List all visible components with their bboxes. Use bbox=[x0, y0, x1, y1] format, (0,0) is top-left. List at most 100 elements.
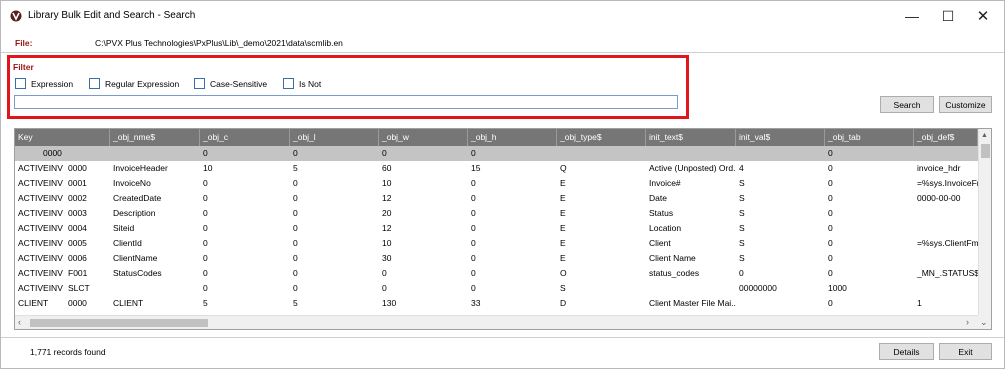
table-cell: ClientId bbox=[113, 238, 142, 248]
table-row[interactable]: ACTIVEINV 0000 InvoiceHeader 10 5 60 15 Q Active… bbox=[15, 161, 978, 176]
table-row[interactable]: ACTIVEINV 0001 InvoiceNo 0 0 10 0 E Invoice# S 0 =%… bbox=[15, 176, 978, 191]
grid-header: Key _obj_nme$ _obj_c _obj_l _obj_w _obj_h _obj… bbox=[15, 129, 978, 146]
table-cell: E bbox=[560, 223, 566, 233]
table-row[interactable]: ACTIVEINV 0005 ClientId 0 0 10 0 E Client S 0 =%sys… bbox=[15, 236, 978, 251]
table-cell: 0 bbox=[293, 223, 298, 233]
case-sensitive-checkbox[interactable]: Case-Sensitive bbox=[194, 78, 267, 89]
table-row[interactable]: ACTIVEINV 0006 ClientName 0 0 30 0 E Client Name… bbox=[15, 251, 978, 266]
table-cell: Client Name bbox=[649, 253, 696, 263]
checkbox-box[interactable] bbox=[15, 78, 26, 89]
table-cell: 0 bbox=[382, 148, 387, 158]
table-cell: 0000-00-00 bbox=[917, 193, 961, 203]
table-cell: 0 bbox=[471, 223, 476, 233]
search-button[interactable]: Search bbox=[880, 96, 934, 113]
down-arrow-icon[interactable]: ⌄ bbox=[980, 317, 988, 328]
column-header[interactable]: _obj_w bbox=[379, 129, 468, 146]
table-cell: 0 bbox=[828, 148, 833, 158]
table-cell: 0 bbox=[828, 238, 833, 248]
table-cell: 12 bbox=[382, 193, 392, 203]
table-cell: 0 bbox=[828, 223, 833, 233]
table-cell: 4 bbox=[739, 163, 744, 173]
column-header[interactable]: init_val$ bbox=[736, 129, 825, 146]
results-grid[interactable]: Key _obj_nme$ _obj_c _obj_l _obj_w _obj_h _obj… bbox=[14, 128, 992, 330]
table-cell: 20 bbox=[382, 208, 392, 218]
regular-expression-checkbox-label: Regular Expression bbox=[105, 78, 180, 89]
checkbox-box[interactable] bbox=[283, 78, 294, 89]
filter-input[interactable] bbox=[14, 95, 678, 109]
column-header[interactable]: _obj_tab bbox=[825, 129, 914, 146]
row-key-suffix: 0003 bbox=[68, 208, 87, 218]
table-cell bbox=[914, 206, 978, 221]
right-arrow-icon[interactable]: › bbox=[966, 317, 969, 327]
column-header[interactable]: _obj_def$ bbox=[914, 129, 978, 146]
table-cell: 0 bbox=[828, 253, 833, 263]
table-cell: Location bbox=[649, 223, 682, 233]
filter-title: Filter bbox=[13, 62, 34, 72]
library-bulk-edit-window: Library Bulk Edit and Search - Search — … bbox=[0, 0, 1005, 369]
vertical-scrollbar[interactable]: ▲ bbox=[978, 129, 991, 315]
records-count: 1,771 records found bbox=[30, 347, 106, 357]
horizontal-scroll-thumb[interactable] bbox=[30, 319, 208, 327]
exit-button[interactable]: Exit bbox=[939, 343, 992, 360]
column-header[interactable]: init_text$ bbox=[646, 129, 736, 146]
table-row[interactable]: CLIENT 0000 CLIENT 5 5 130 33 D Client Master Fi… bbox=[15, 296, 978, 311]
table-cell: _MN_.STATUS$ bbox=[917, 268, 978, 278]
footer-divider bbox=[1, 337, 1004, 338]
table-cell: E bbox=[560, 238, 566, 248]
row-key-prefix: ACTIVEINV bbox=[18, 178, 63, 188]
details-button[interactable]: Details bbox=[879, 343, 934, 360]
is-not-checkbox-label: Is Not bbox=[299, 78, 322, 89]
table-cell: 0 bbox=[471, 178, 476, 188]
case-sensitive-checkbox-label: Case-Sensitive bbox=[210, 78, 268, 89]
table-cell: 0 bbox=[293, 178, 298, 188]
column-header[interactable]: _obj_c bbox=[200, 129, 290, 146]
maximize-button[interactable]: ☐ bbox=[933, 5, 963, 27]
table-cell: 0 bbox=[203, 253, 208, 263]
table-row[interactable]: ACTIVEINV 0002 CreatedDate 0 0 12 0 E Date S 0 0000… bbox=[15, 191, 978, 206]
title-bar: Library Bulk Edit and Search - Search — … bbox=[1, 1, 1004, 31]
table-row[interactable]: ACTIVEINV F001 StatusCodes 0 0 0 0 Ostatus_code… bbox=[15, 266, 978, 281]
table-row[interactable]: ACTIVEINV SLCT 0 0 0 0 S 00000000 1000 bbox=[15, 281, 978, 296]
table-cell: 0 bbox=[471, 148, 476, 158]
table-cell: Date bbox=[649, 193, 667, 203]
regular-expression-checkbox[interactable]: Regular Expression bbox=[89, 78, 179, 89]
checkbox-box[interactable] bbox=[194, 78, 205, 89]
customize-button[interactable]: Customize bbox=[939, 96, 992, 113]
column-header[interactable]: _obj_nme$ bbox=[110, 129, 200, 146]
header-divider bbox=[1, 52, 1004, 53]
table-cell: 1 bbox=[917, 298, 922, 308]
row-key-prefix: ACTIVEINV bbox=[18, 238, 63, 248]
table-cell: 00000000 bbox=[739, 283, 777, 293]
table-cell: Invoice# bbox=[649, 178, 681, 188]
table-cell: 1000 bbox=[828, 283, 847, 293]
left-arrow-icon[interactable]: ‹ bbox=[18, 317, 21, 327]
column-header[interactable]: _obj_type$ bbox=[557, 129, 646, 146]
table-cell: 0 bbox=[293, 148, 298, 158]
table-cell: 0 bbox=[471, 268, 476, 278]
table-row[interactable]: ACTIVEINV 0004 Siteid 0 0 12 0 E Location S 0 bbox=[15, 221, 978, 236]
table-cell: 0 bbox=[293, 268, 298, 278]
table-row[interactable]: ACTIVEINV 0003 Description 0 0 20 0 E Status S 0 bbox=[15, 206, 978, 221]
table-cell: S bbox=[739, 193, 745, 203]
table-row[interactable]: 0000 0 0 0 0 0 bbox=[15, 146, 978, 161]
column-header[interactable]: _obj_l bbox=[290, 129, 379, 146]
column-header[interactable]: _obj_h bbox=[468, 129, 557, 146]
close-button[interactable]: ✕ bbox=[968, 5, 998, 27]
row-key-suffix: 0005 bbox=[68, 238, 87, 248]
table-cell: O bbox=[560, 268, 567, 278]
minimize-button[interactable]: — bbox=[897, 5, 927, 27]
vertical-scroll-thumb[interactable] bbox=[981, 144, 990, 158]
checkbox-box[interactable] bbox=[89, 78, 100, 89]
table-cell: 12 bbox=[382, 223, 392, 233]
is-not-checkbox[interactable]: Is Not bbox=[283, 78, 321, 89]
up-arrow-icon[interactable]: ▲ bbox=[981, 132, 988, 139]
horizontal-scrollbar[interactable]: ‹ › bbox=[15, 315, 978, 329]
table-cell: 0 bbox=[471, 253, 476, 263]
table-cell: 0 bbox=[828, 268, 833, 278]
table-cell: 0 bbox=[203, 283, 208, 293]
table-cell: 60 bbox=[382, 163, 392, 173]
column-header[interactable]: Key bbox=[15, 129, 110, 146]
expression-checkbox[interactable]: Expression bbox=[15, 78, 73, 89]
table-cell: 0 bbox=[203, 178, 208, 188]
table-cell: 5 bbox=[293, 298, 298, 308]
